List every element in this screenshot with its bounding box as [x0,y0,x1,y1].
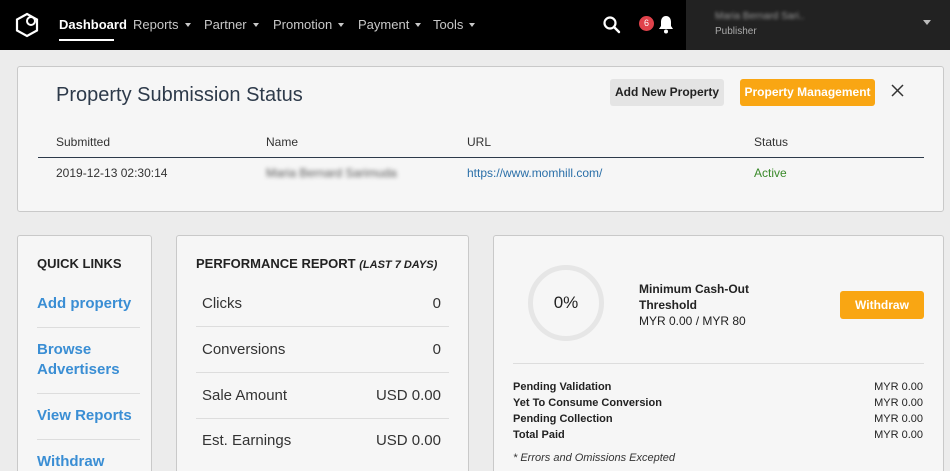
cell-name: Maria Bernard Sarimuda [266,166,397,180]
metric-label-sale-amount: Sale Amount [202,387,288,404]
metric-label-conversions: Conversions [202,341,286,358]
nav-payment[interactable]: Payment [358,17,422,32]
table-divider [38,157,924,158]
search-icon[interactable] [602,15,622,35]
panel-title: Property Submission Status [56,84,303,106]
cashout-progress-label: 0% [553,293,579,312]
divider [196,326,449,327]
user-role: Publisher [715,26,757,37]
user-name: Maria Bernard Sari.. [715,11,805,22]
nav-promotion-label: Promotion [273,17,333,32]
chevron-down-icon [469,23,476,27]
metric-value-clicks: 0 [432,295,441,312]
cashout-panel: 0% Minimum Cash-Out Threshold MYR 0.00 /… [493,235,944,471]
divider [37,327,140,328]
withdraw-button[interactable]: Withdraw [840,291,924,319]
balance-label-pending-collection: Pending Collection [513,413,613,425]
divider [37,439,140,440]
nav-reports[interactable]: Reports [133,17,191,32]
threshold-title: Minimum Cash-Out Threshold [639,282,749,312]
metric-value-conversions: 0 [432,341,441,358]
chevron-down-icon [184,23,191,27]
disclaimer-text: * Errors and Omissions Excepted [513,452,676,464]
balance-label-yet-to-consume: Yet To Consume Conversion [513,397,662,409]
metric-label-est-earnings: Est. Earnings [202,432,292,449]
nav-active-indicator [59,39,114,41]
cell-submitted: 2019-12-13 02:30:14 [56,166,168,180]
chevron-down-icon [923,20,931,25]
property-management-button[interactable]: Property Management [740,79,875,106]
notification-count-badge: 6 [639,16,654,31]
user-menu[interactable]: Maria Bernard Sari.. Publisher [686,0,950,50]
nav-partner[interactable]: Partner [204,17,259,32]
chevron-down-icon [252,23,259,27]
nav-dashboard[interactable]: Dashboard [59,17,127,32]
add-new-property-button[interactable]: Add New Property [610,79,724,106]
metric-value-sale-amount: USD 0.00 [375,387,441,404]
quick-link-view-reports[interactable]: View Reports [37,406,137,426]
chevron-down-icon [338,23,345,27]
balance-label-pending-validation: Pending Validation [513,381,612,393]
threshold-amount: MYR 0.00 / MYR 80 [639,314,746,328]
nav-dashboard-label: Dashboard [59,17,127,32]
bell-icon[interactable] [657,14,675,34]
property-status-panel: Property Submission Status Add New Prope… [17,66,944,212]
divider [196,418,449,419]
quick-link-withdraw[interactable]: Withdraw [37,452,137,471]
balance-value-pending-collection: MYR 0.00 [874,413,923,425]
top-navbar: Dashboard Reports Partner Promotion Paym… [0,0,950,50]
balance-value-pending-validation: MYR 0.00 [874,381,923,393]
divider [37,393,140,394]
cell-url-link[interactable]: https://www.momhill.com/ [467,166,602,180]
quick-links-title: QUICK LINKS [37,256,122,271]
balance-value-yet-to-consume: MYR 0.00 [874,397,923,409]
column-header-submitted: Submitted [56,135,111,149]
divider [513,363,924,364]
cell-status: Active [754,166,787,180]
nav-reports-label: Reports [133,17,179,32]
nav-tools-label: Tools [433,17,464,32]
column-header-status: Status [754,135,789,149]
performance-title-text: PERFORMANCE REPORT [196,256,356,271]
chevron-down-icon [415,23,422,27]
column-header-name: Name [266,135,299,149]
column-header-url: URL [467,135,492,149]
performance-title: PERFORMANCE REPORT (LAST 7 DAYS) [196,256,437,271]
quick-link-add-property[interactable]: Add property [37,294,137,314]
performance-period: (LAST 7 DAYS) [359,259,438,271]
nav-partner-label: Partner [204,17,247,32]
quick-link-browse-advertisers[interactable]: Browse Advertisers [37,340,137,380]
brand-logo-icon[interactable] [14,12,40,38]
divider [196,372,449,373]
metric-value-est-earnings: USD 0.00 [375,432,441,449]
quick-links-panel: QUICK LINKS Add property Browse Advertis… [17,235,152,471]
balance-label-total-paid: Total Paid [513,429,565,441]
nav-payment-label: Payment [358,17,410,32]
nav-promotion[interactable]: Promotion [273,17,345,32]
balance-value-total-paid: MYR 0.00 [874,429,923,441]
close-icon[interactable] [890,83,905,98]
metric-label-clicks: Clicks [202,295,242,312]
nav-tools[interactable]: Tools [433,17,476,32]
performance-report-panel: PERFORMANCE REPORT (LAST 7 DAYS) Clicks … [176,235,469,471]
